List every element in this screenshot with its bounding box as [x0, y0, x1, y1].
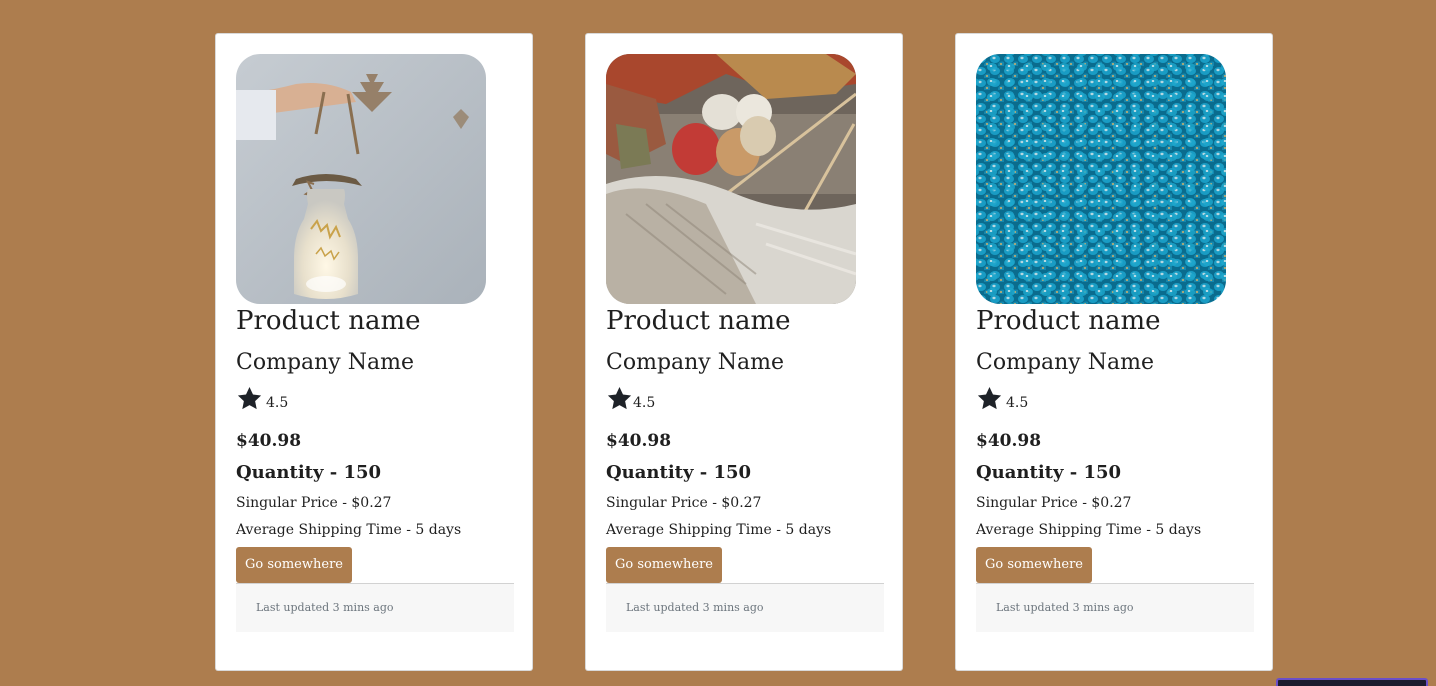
quantity: Quantity - 150	[606, 462, 752, 483]
singular-price: Singular Price - $0.27	[236, 495, 392, 511]
rating-value: 4.5	[266, 395, 289, 411]
product-image-blue-beads	[976, 54, 1226, 304]
last-updated-text: Last updated 3 mins ago	[996, 601, 1134, 614]
rating: 4.5	[606, 384, 655, 412]
rating: 4.5	[236, 384, 288, 412]
quantity: Quantity - 150	[976, 462, 1122, 483]
card-footer: Last updated 3 mins ago	[236, 583, 514, 632]
card-footer: Last updated 3 mins ago	[976, 583, 1254, 632]
rating: 4.5	[976, 384, 1028, 412]
go-somewhere-button[interactable]: Go somewhere	[606, 547, 722, 583]
price: $40.98	[606, 431, 672, 451]
company-name: Company Name	[236, 350, 414, 375]
star-icon	[237, 387, 262, 410]
average-shipping-time: Average Shipping Time - 5 days	[976, 522, 1202, 538]
price: $40.98	[236, 431, 302, 451]
product-image-jar-lantern	[236, 54, 486, 304]
corner-overlay-widget[interactable]	[1276, 678, 1428, 686]
average-shipping-time: Average Shipping Time - 5 days	[236, 522, 462, 538]
product-card: Product name Company Name 4.5 $40.98 Qua…	[955, 33, 1273, 671]
product-name: Product name	[236, 306, 421, 336]
average-shipping-time: Average Shipping Time - 5 days	[606, 522, 832, 538]
go-somewhere-button[interactable]: Go somewhere	[236, 547, 352, 583]
product-card: Product name Company Name 4.5 $40.98 Qua…	[585, 33, 903, 671]
singular-price: Singular Price - $0.27	[976, 495, 1132, 511]
product-image-yarn	[606, 54, 856, 304]
singular-price: Singular Price - $0.27	[606, 495, 762, 511]
star-icon	[977, 387, 1002, 410]
company-name: Company Name	[606, 350, 784, 375]
rating-value: 4.5	[1006, 395, 1029, 411]
product-card: Product name Company Name 4.5 $40.98 Qua…	[215, 33, 533, 671]
price: $40.98	[976, 431, 1042, 451]
quantity: Quantity - 150	[236, 462, 382, 483]
last-updated-text: Last updated 3 mins ago	[626, 601, 764, 614]
product-name: Product name	[606, 306, 791, 336]
rating-value: 4.5	[633, 395, 656, 411]
product-name: Product name	[976, 306, 1161, 336]
star-icon	[607, 387, 632, 410]
company-name: Company Name	[976, 350, 1154, 375]
card-footer: Last updated 3 mins ago	[606, 583, 884, 632]
last-updated-text: Last updated 3 mins ago	[256, 601, 394, 614]
go-somewhere-button[interactable]: Go somewhere	[976, 547, 1092, 583]
